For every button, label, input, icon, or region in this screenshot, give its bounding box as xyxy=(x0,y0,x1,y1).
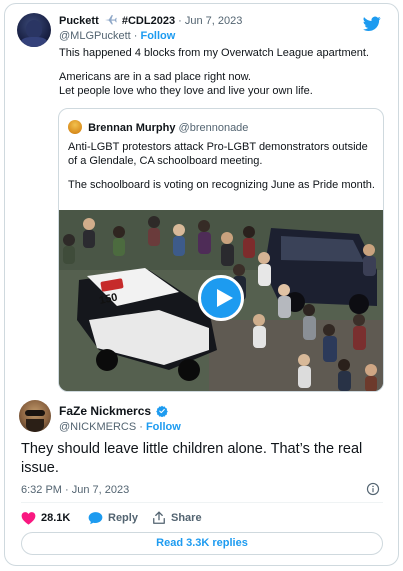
like-button[interactable]: 28.1K xyxy=(21,511,70,525)
puckett-avatar[interactable] xyxy=(17,13,51,47)
reply-bubble-icon xyxy=(88,512,103,525)
quoted-text-line: The schoolboard is voting on recognizing… xyxy=(68,179,375,191)
follow-nickmercs-link[interactable]: Follow xyxy=(146,421,181,433)
share-icon xyxy=(153,511,165,524)
share-button[interactable]: Share xyxy=(152,511,202,525)
quoted-tweet-header: Brennan Murphy @brennonade xyxy=(68,120,248,134)
parent-handle-row: @MLGPuckett · Follow xyxy=(59,30,175,42)
parent-text-line: Americans are in a sad place right now. xyxy=(59,71,251,83)
divider xyxy=(21,502,383,503)
info-icon[interactable] xyxy=(366,482,380,496)
parent-author-tag: #CDL2023 xyxy=(121,15,176,27)
video-thumbnail[interactable]: 150 xyxy=(59,210,383,391)
read-replies-button[interactable]: Read 3.3K replies xyxy=(21,532,383,555)
brennan-avatar xyxy=(68,120,82,134)
parent-text-line: Let people love who they love and live y… xyxy=(59,85,313,97)
parent-author-handle[interactable]: @MLGPuckett xyxy=(59,30,131,42)
follow-puckett-link[interactable]: Follow xyxy=(140,30,175,42)
twitter-bird-icon[interactable] xyxy=(363,16,381,32)
quoted-author-name: Brennan Murphy xyxy=(88,122,176,134)
reply-button[interactable]: Reply xyxy=(88,511,138,525)
play-button[interactable] xyxy=(198,275,244,321)
nickmercs-avatar[interactable] xyxy=(19,400,51,432)
airplane-icon xyxy=(104,15,117,25)
heart-icon xyxy=(21,512,36,525)
reply-tweet-text: They should leave little children alone.… xyxy=(21,441,363,476)
like-count: 28.1K xyxy=(41,512,71,524)
quoted-tweet[interactable]: Brennan Murphy @brennonade Anti-LGBT pro… xyxy=(58,108,384,392)
reply-timestamp[interactable]: 6:32 PM · Jun 7, 2023 xyxy=(21,484,129,496)
reply-handle-row: @NICKMERCS · Follow xyxy=(59,421,181,433)
parent-tweet-text: This happened 4 blocks from my Overwatch… xyxy=(59,46,389,98)
parent-tweet-date[interactable]: · Jun 7, 2023 xyxy=(178,15,242,27)
share-label: Share xyxy=(171,512,202,524)
quoted-text-line: Anti-LGBT protestors attack Pro-LGBT dem… xyxy=(68,141,368,167)
quoted-author-handle: @brennonade xyxy=(178,122,249,134)
play-icon xyxy=(217,289,233,307)
embedded-tweet-card: Puckett #CDL2023 · Jun 7, 2023 @MLGPucke… xyxy=(4,3,399,566)
reply-label: Reply xyxy=(108,512,138,524)
parent-text-line: This happened 4 blocks from my Overwatch… xyxy=(59,47,369,59)
quoted-tweet-text: Anti-LGBT protestors attack Pro-LGBT dem… xyxy=(68,140,378,192)
reply-author-name[interactable]: FaZe Nickmercs xyxy=(59,404,151,418)
separator: · xyxy=(136,421,146,433)
parent-author-name[interactable]: Puckett xyxy=(59,15,99,27)
reply-author-row: FaZe Nickmercs xyxy=(59,404,169,418)
verified-badge-icon xyxy=(156,405,169,417)
reply-author-handle[interactable]: @NICKMERCS xyxy=(59,421,136,433)
parent-tweet-header: Puckett #CDL2023 · Jun 7, 2023 xyxy=(59,14,242,27)
